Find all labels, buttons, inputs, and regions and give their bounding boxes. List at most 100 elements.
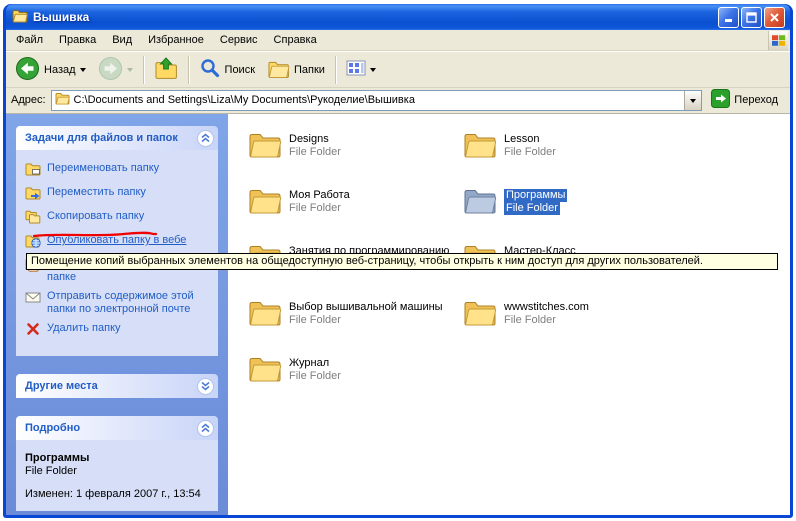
- maximize-button[interactable]: [741, 7, 762, 28]
- file-name[interactable]: Выбор вышивальной машины: [289, 301, 443, 314]
- file-name[interactable]: Моя Работа: [289, 189, 350, 202]
- file-tasks-header[interactable]: Задачи для файлов и папок: [16, 126, 218, 150]
- details-name: Программы: [25, 452, 212, 465]
- file-item-designs[interactable]: DesignsFile Folder: [248, 131, 463, 187]
- file-tasks-title: Задачи для файлов и папок: [25, 132, 178, 144]
- search-label: Поиск: [225, 64, 255, 76]
- file-item-programmy-selected[interactable]: ПрограммыFile Folder: [463, 187, 678, 243]
- folder-icon-selected: [463, 187, 497, 217]
- forward-button[interactable]: [93, 53, 138, 87]
- details-type: File Folder: [25, 465, 212, 478]
- toolbar-separator: [143, 56, 144, 84]
- menu-view[interactable]: Вид: [104, 31, 140, 49]
- chevron-down-icon[interactable]: [197, 378, 214, 395]
- back-icon: [15, 56, 40, 84]
- file-item-vybor-mashiny[interactable]: Выбор вышивальной машиныFile Folder: [248, 299, 463, 355]
- task-label[interactable]: Переименовать папку: [47, 162, 159, 175]
- task-label[interactable]: Отправить содержимое этой папки по элект…: [47, 290, 212, 316]
- task-rename-folder[interactable]: Переименовать папку: [25, 162, 212, 180]
- folder-icon: [248, 299, 282, 329]
- menu-tools[interactable]: Сервис: [212, 31, 266, 49]
- file-item-moya-rabota[interactable]: Моя РаботаFile Folder: [248, 187, 463, 243]
- task-label[interactable]: Скопировать папку: [47, 210, 144, 223]
- task-email-folder[interactable]: Отправить содержимое этой папки по элект…: [25, 290, 212, 316]
- file-name[interactable]: Designs: [289, 133, 329, 146]
- rename-folder-icon: [25, 162, 41, 180]
- back-button[interactable]: Назад: [10, 53, 91, 87]
- file-type: File Folder: [289, 314, 341, 327]
- task-move-folder[interactable]: Переместить папку: [25, 186, 212, 204]
- folders-button[interactable]: Папки: [262, 55, 330, 85]
- file-name[interactable]: Программы: [504, 189, 567, 202]
- folders-label: Папки: [294, 64, 325, 76]
- explorer-window: Вышивка Файл Правка Вид Избранное Сервис…: [3, 4, 793, 518]
- windows-logo: [768, 31, 788, 50]
- dropdown-arrow-icon: [690, 99, 696, 106]
- email-folder-icon: [25, 290, 41, 308]
- file-name[interactable]: Lesson: [504, 133, 539, 146]
- panel-other-places: Другие места: [16, 374, 218, 398]
- search-icon: [199, 57, 221, 82]
- titlebar[interactable]: Вышивка: [6, 4, 790, 30]
- standard-toolbar: Назад Поиск Папки: [6, 51, 790, 88]
- menu-file[interactable]: Файл: [8, 31, 51, 49]
- folder-icon: [463, 299, 497, 329]
- tooltip: Помещение копий выбранных элементов на о…: [26, 253, 778, 270]
- address-dropdown-button[interactable]: [684, 91, 701, 110]
- folder-icon: [463, 131, 497, 161]
- forward-dropdown-arrow: [127, 68, 133, 75]
- window-title: Вышивка: [33, 10, 713, 24]
- chevron-up-icon[interactable]: [197, 420, 214, 437]
- task-label[interactable]: Переместить папку: [47, 186, 146, 199]
- details-title: Подробно: [25, 422, 80, 434]
- file-type: File Folder: [289, 202, 341, 215]
- search-button[interactable]: Поиск: [194, 54, 260, 85]
- address-path[interactable]: C:\Documents and Settings\Liza\My Docume…: [74, 94, 681, 106]
- chevron-up-icon[interactable]: [197, 130, 214, 147]
- address-input[interactable]: C:\Documents and Settings\Liza\My Docume…: [51, 90, 703, 111]
- go-icon: [711, 89, 730, 111]
- file-item-wwwstitches[interactable]: wwwstitches.comFile Folder: [463, 299, 678, 355]
- views-icon: [346, 59, 366, 80]
- folder-icon: [248, 355, 282, 385]
- menu-bar: Файл Правка Вид Избранное Сервис Справка: [6, 30, 790, 51]
- back-dropdown-arrow[interactable]: [80, 68, 86, 75]
- file-name[interactable]: wwwstitches.com: [504, 301, 589, 314]
- task-label[interactable]: Удалить папку: [47, 322, 121, 335]
- minimize-button[interactable]: [718, 7, 739, 28]
- close-button[interactable]: [764, 7, 785, 28]
- views-button[interactable]: [341, 56, 381, 83]
- file-grid: DesignsFile Folder LessonFile Folder Моя…: [248, 131, 790, 411]
- details-modified: Изменен: 1 февраля 2007 г., 13:54: [25, 488, 212, 501]
- folder-icon: [248, 187, 282, 217]
- file-item-master-klass[interactable]: Мастер-КлассFile Folder: [463, 243, 678, 299]
- file-item-zanyatiya[interactable]: Занятия по программированиюFile Folder: [248, 243, 463, 299]
- details-body: Программы File Folder Изменен: 1 февраля…: [16, 440, 218, 511]
- up-button[interactable]: [149, 54, 183, 86]
- task-delete-folder[interactable]: Удалить папку: [25, 322, 212, 340]
- task-copy-folder[interactable]: Скопировать папку: [25, 210, 212, 228]
- file-list-area[interactable]: DesignsFile Folder LessonFile Folder Моя…: [228, 114, 790, 515]
- file-item-lesson[interactable]: LessonFile Folder: [463, 131, 678, 187]
- details-header[interactable]: Подробно: [16, 416, 218, 440]
- address-folder-icon: [55, 92, 70, 108]
- views-dropdown-arrow[interactable]: [370, 68, 376, 75]
- explorer-content: Задачи для файлов и папок Переименовать …: [6, 114, 790, 515]
- address-bar: Адрес: C:\Documents and Settings\Liza\My…: [6, 88, 790, 114]
- file-type: File Folder: [504, 146, 556, 159]
- file-item-zhurnal[interactable]: ЖурналFile Folder: [248, 355, 463, 411]
- go-button[interactable]: Переход: [707, 89, 782, 111]
- back-label: Назад: [44, 64, 76, 76]
- delete-folder-icon: [25, 322, 41, 340]
- go-label: Переход: [734, 94, 778, 106]
- panel-details: Подробно Программы File Folder Изменен: …: [16, 416, 218, 511]
- file-name[interactable]: Журнал: [289, 357, 329, 370]
- menu-favorites[interactable]: Избранное: [140, 31, 212, 49]
- other-places-header[interactable]: Другие места: [16, 374, 218, 398]
- menu-edit[interactable]: Правка: [51, 31, 104, 49]
- other-places-title: Другие места: [25, 380, 98, 392]
- menu-help[interactable]: Справка: [266, 31, 325, 49]
- forward-icon: [98, 56, 123, 84]
- window-folder-icon: [12, 9, 28, 26]
- file-type: File Folder: [504, 202, 560, 215]
